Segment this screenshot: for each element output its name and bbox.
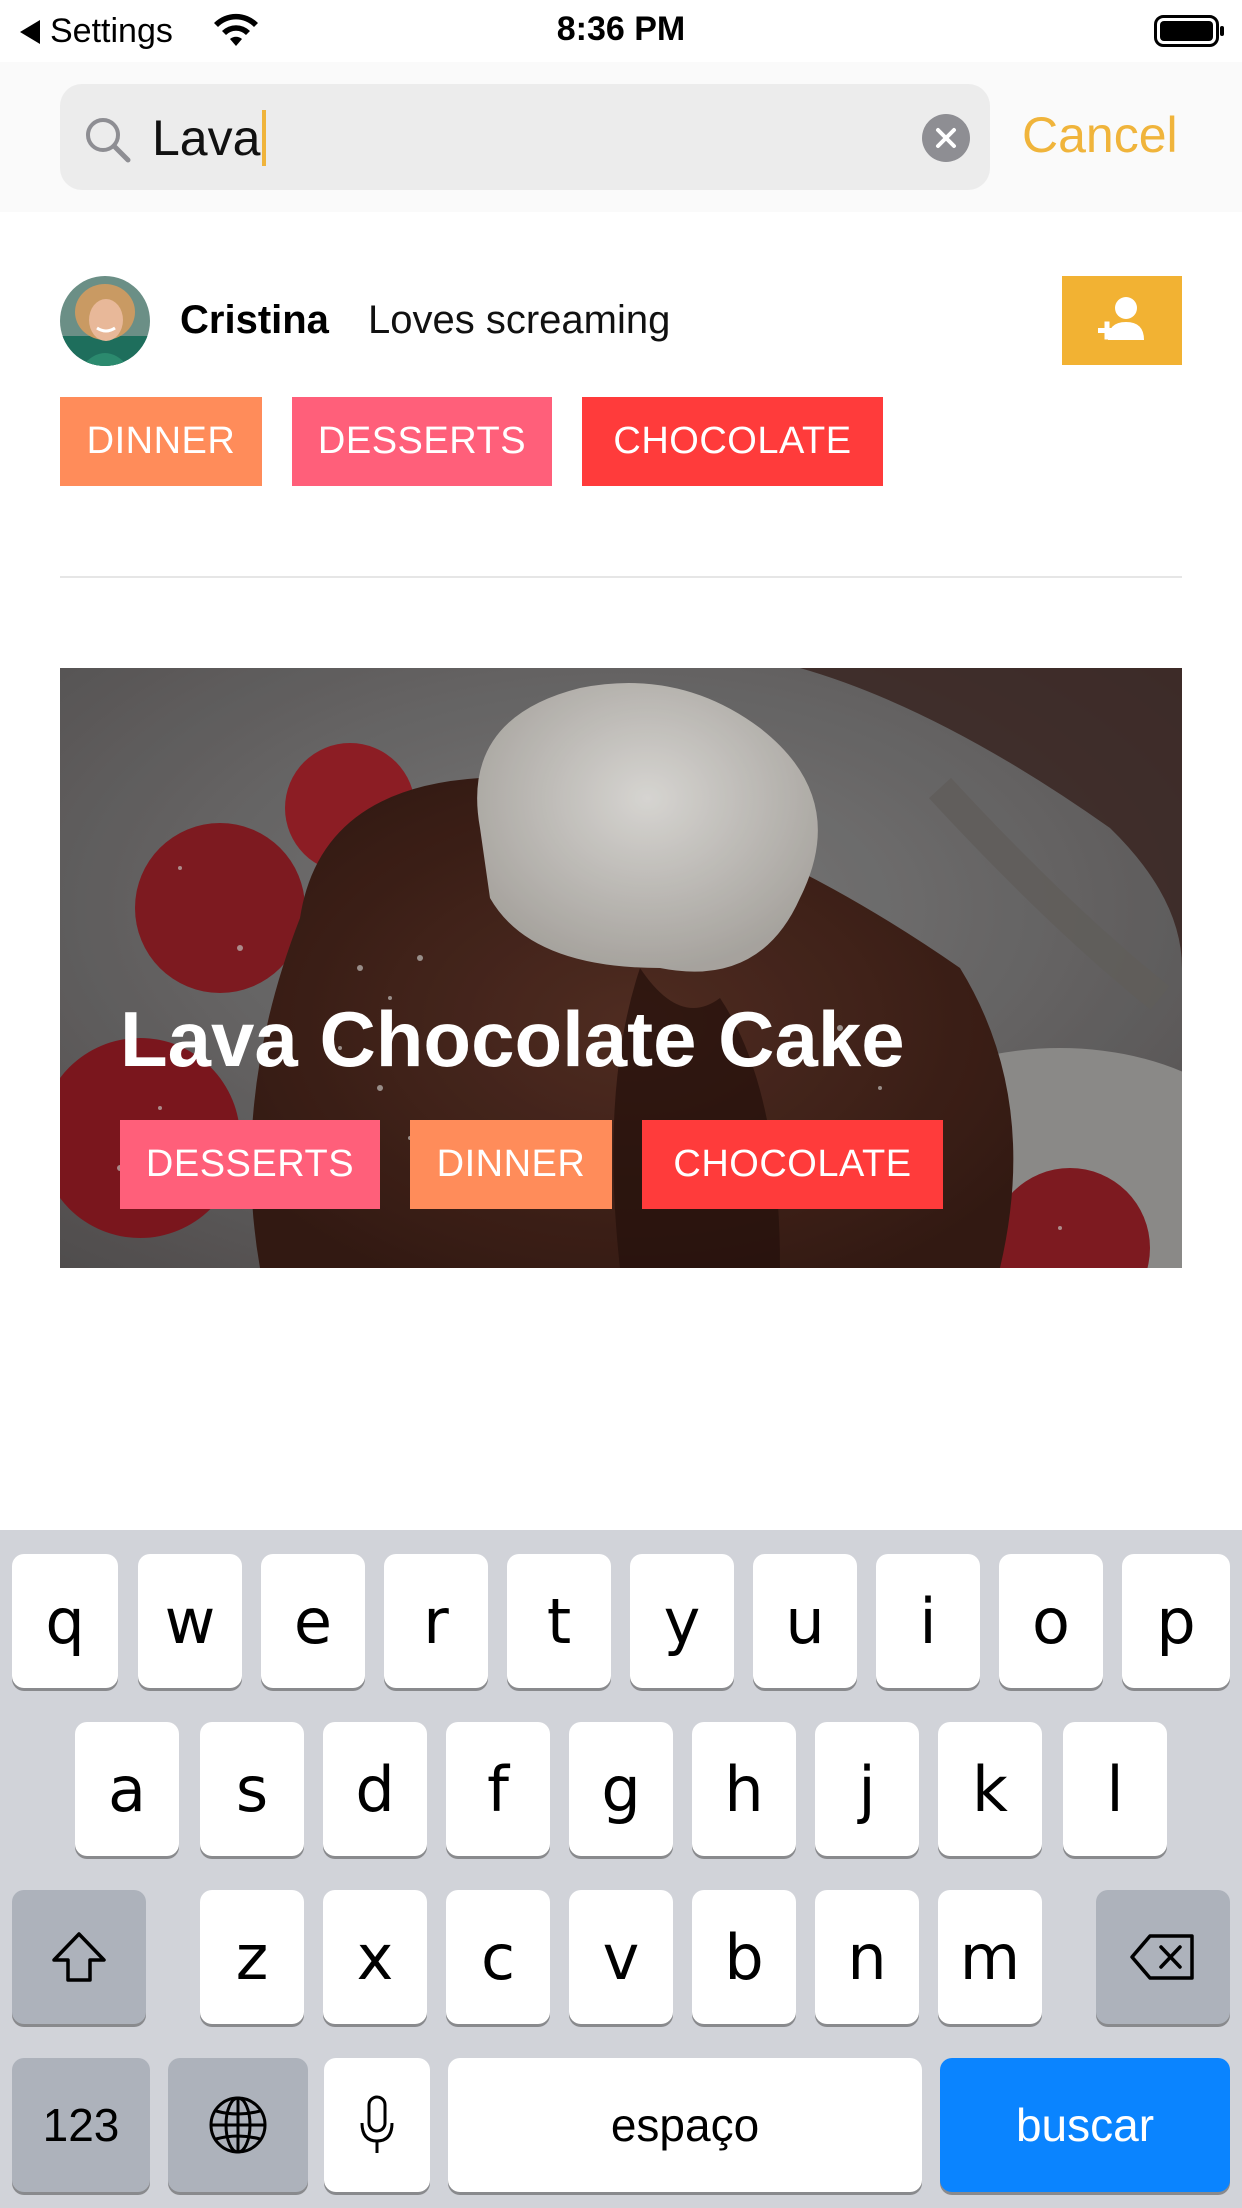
recipe-tag-desserts[interactable]: DESSERTS bbox=[120, 1120, 380, 1209]
globe-icon bbox=[209, 2096, 267, 2154]
search-query-text: Lava bbox=[152, 110, 261, 166]
avatar[interactable] bbox=[60, 276, 150, 366]
shift-key[interactable] bbox=[12, 1890, 146, 2024]
clear-search-button[interactable] bbox=[922, 114, 970, 162]
key-s[interactable]: s bbox=[200, 1722, 304, 1856]
key-m[interactable]: m bbox=[938, 1890, 1042, 2024]
key-e[interactable]: e bbox=[261, 1554, 365, 1688]
status-time: 8:36 PM bbox=[556, 10, 686, 48]
recipe-tag-chocolate[interactable]: CHOCOLATE bbox=[642, 1120, 943, 1209]
key-h[interactable]: h bbox=[692, 1722, 796, 1856]
key-z[interactable]: z bbox=[200, 1890, 304, 2024]
key-p[interactable]: p bbox=[1122, 1554, 1230, 1688]
numbers-key[interactable]: 123 bbox=[12, 2058, 150, 2192]
user-photo bbox=[60, 276, 150, 366]
keyboard: q w e r t y u i o p a s d f g h j k l z … bbox=[0, 1530, 1242, 2208]
key-b[interactable]: b bbox=[692, 1890, 796, 2024]
user-tag-dinner[interactable]: DINNER bbox=[60, 397, 262, 486]
recipe-title: Lava Chocolate Cake bbox=[120, 995, 905, 1083]
globe-key[interactable] bbox=[168, 2058, 308, 2192]
backspace-icon bbox=[1130, 1934, 1194, 1980]
user-tag-chocolate[interactable]: CHOCOLATE bbox=[582, 397, 883, 486]
key-t[interactable]: t bbox=[507, 1554, 611, 1688]
follow-user-button[interactable] bbox=[1062, 276, 1182, 365]
key-x[interactable]: x bbox=[323, 1890, 427, 2024]
space-key[interactable]: espaço bbox=[448, 2058, 922, 2192]
add-user-icon bbox=[1098, 297, 1144, 340]
key-c[interactable]: c bbox=[446, 1890, 550, 2024]
key-n[interactable]: n bbox=[815, 1890, 919, 2024]
cancel-button[interactable]: Cancel bbox=[1022, 106, 1178, 164]
text-caret bbox=[262, 110, 267, 166]
search-input[interactable]: Lava bbox=[60, 84, 990, 190]
key-y[interactable]: y bbox=[630, 1554, 734, 1688]
key-k[interactable]: k bbox=[938, 1722, 1042, 1856]
key-u[interactable]: u bbox=[753, 1554, 857, 1688]
key-r[interactable]: r bbox=[384, 1554, 488, 1688]
search-return-key[interactable]: buscar bbox=[940, 2058, 1230, 2192]
clear-icon bbox=[936, 128, 956, 148]
key-q[interactable]: q bbox=[12, 1554, 118, 1688]
microphone-icon bbox=[360, 2095, 394, 2153]
key-w[interactable]: w bbox=[138, 1554, 242, 1688]
status-bar: Settings 8:36 PM bbox=[0, 0, 1242, 62]
key-o[interactable]: o bbox=[999, 1554, 1103, 1688]
key-a[interactable]: a bbox=[75, 1722, 179, 1856]
key-i[interactable]: i bbox=[876, 1554, 980, 1688]
dictation-key[interactable] bbox=[324, 2058, 430, 2192]
key-v[interactable]: v bbox=[569, 1890, 673, 2024]
shift-icon bbox=[52, 1932, 106, 1982]
recipe-tag-dinner[interactable]: DINNER bbox=[410, 1120, 612, 1209]
key-g[interactable]: g bbox=[569, 1722, 673, 1856]
user-tag-desserts[interactable]: DESSERTS bbox=[292, 397, 552, 486]
user-name[interactable]: Cristina bbox=[180, 298, 329, 343]
search-header: Lava Cancel bbox=[0, 62, 1242, 212]
recipe-card[interactable]: Lava Chocolate Cake DESSERTS DINNER CHOC… bbox=[60, 668, 1182, 1268]
user-bio: Loves screaming bbox=[368, 298, 671, 342]
key-j[interactable]: j bbox=[815, 1722, 919, 1856]
battery-icon bbox=[1154, 15, 1224, 47]
key-l[interactable]: l bbox=[1063, 1722, 1167, 1856]
key-f[interactable]: f bbox=[446, 1722, 550, 1856]
divider bbox=[60, 576, 1182, 578]
search-icon bbox=[86, 118, 131, 163]
delete-key[interactable] bbox=[1096, 1890, 1230, 2024]
key-d[interactable]: d bbox=[323, 1722, 427, 1856]
